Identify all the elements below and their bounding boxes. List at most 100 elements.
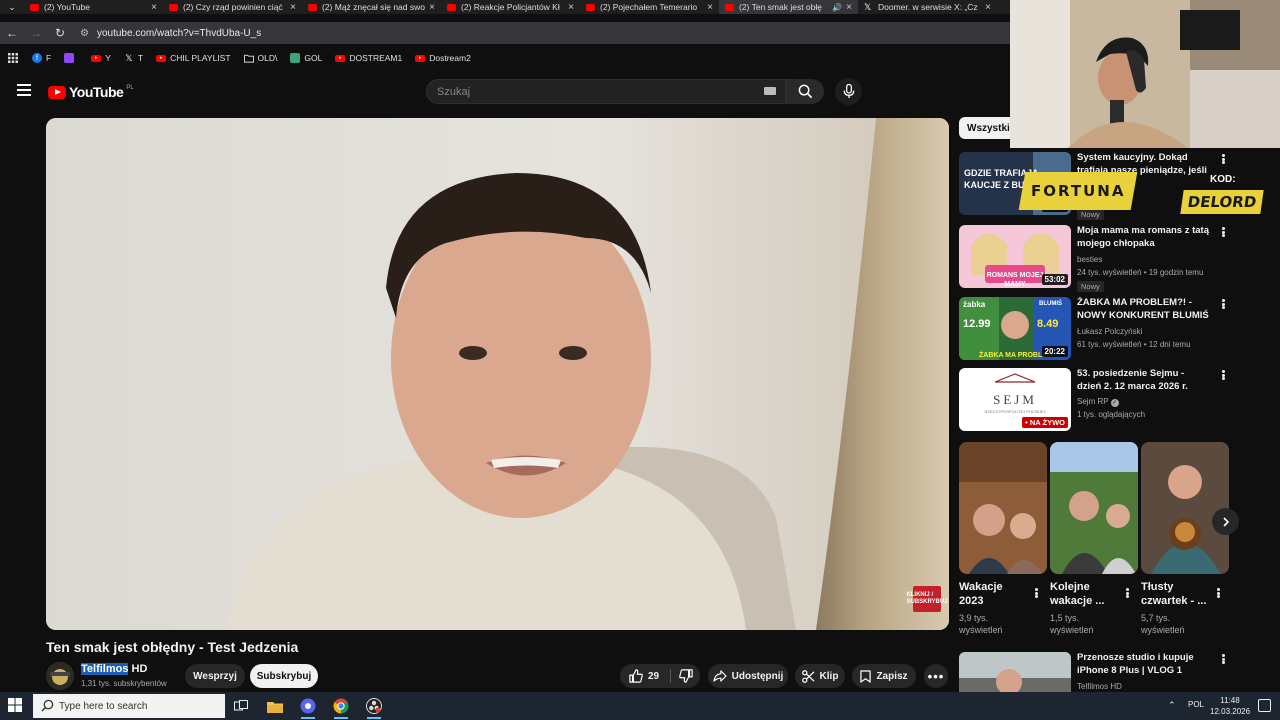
channel-name[interactable]: Telfilmos HD [81,663,147,675]
short-title[interactable]: Wakacje 2023 [959,580,1025,608]
windows-start-icon[interactable] [8,698,24,714]
short-item[interactable]: Kolejne wakacje ... 1,5 tys. wyświetleń [1050,442,1138,635]
recommendation-thumbnail[interactable]: ROMANS MOJEJ MAMY 53:02 [959,225,1071,288]
bookmark-item[interactable]: GOL [290,53,322,63]
channel-avatar[interactable] [46,662,74,690]
taskbar-clock[interactable]: 11:48 12.03.2026 [1210,695,1250,717]
recommendation-thumbnail[interactable]: żabka 12.99 8.49 BLUMIŚ ŻABKA MA PROBLEM 20:… [959,297,1071,360]
share-button[interactable]: Udostępnij [708,664,788,688]
shorts-next-button[interactable] [1212,508,1239,535]
bookmark-item[interactable]: ▸ DOSTREAM1 [335,53,402,63]
taskbar-search-input[interactable]: Type here to search [33,694,225,718]
close-tab-icon[interactable]: × [707,2,713,13]
more-vertical-icon[interactable] [1122,586,1132,600]
more-vertical-icon[interactable] [1031,586,1041,600]
voice-search-button[interactable] [835,78,862,105]
video-player[interactable]: KLIKNIJ / SUBSKRYBUJ [46,118,949,630]
bookmark-item[interactable] [64,53,78,63]
browser-tab[interactable]: (2) Mąż znęcał się nad swoją × [302,0,441,14]
reload-icon[interactable]: ↻ [48,26,72,40]
short-title[interactable]: Kolejne wakacje ... [1050,580,1116,608]
short-item[interactable]: Tłusty czwartek - ... 5,7 tys. wyświetle… [1141,442,1229,635]
clip-button[interactable]: Klip [795,664,845,688]
more-vertical-icon[interactable] [1217,297,1229,311]
browser-tab[interactable]: (2) Reakcje Policjantów Kł × [441,0,580,14]
recommendation-item[interactable]: SEJM RZECZYPOSPOLITEJ POLSKIEJ • NA ŻYWO … [959,368,1279,432]
close-tab-icon[interactable]: × [985,2,991,13]
dislike-button[interactable] [672,664,700,688]
subscribe-button[interactable]: Subskrybuj [250,664,318,688]
language-indicator[interactable]: POL [1188,700,1204,709]
forward-icon[interactable]: → [24,26,48,40]
recommendation-channel[interactable]: Sejm RP ✓ [1077,397,1119,407]
close-tab-icon[interactable]: × [151,2,157,13]
search-button[interactable] [786,79,824,104]
more-actions-button[interactable]: ••• [924,664,948,688]
more-vertical-icon[interactable] [1217,225,1229,239]
close-tab-icon[interactable]: × [846,2,852,13]
recommendation-item[interactable]: ROMANS MOJEJ MAMY 53:02 Moja mama ma roma… [959,225,1279,292]
browser-tab[interactable]: (2) Pojechałem Temerario × [580,0,719,14]
browser-tab[interactable]: (2) YouTube × [24,0,163,14]
file-explorer-icon[interactable] [264,696,286,716]
save-button[interactable]: Zapisz [852,664,916,688]
short-thumbnail[interactable] [1050,442,1138,574]
apps-grid-icon[interactable] [8,53,18,63]
short-thumbnail[interactable] [959,442,1047,574]
task-view-icon[interactable] [230,696,252,716]
keyboard-icon[interactable] [764,87,776,95]
x-icon: 𝕏 [864,1,872,12]
search-input[interactable]: Szukaj [426,79,786,104]
menu-icon[interactable] [17,84,31,96]
more-vertical-icon[interactable] [1213,586,1223,600]
recommendation-item[interactable]: żabka 12.99 8.49 BLUMIŚ ŻABKA MA PROBLEM 20:… [959,297,1279,361]
recommendation-channel[interactable]: besties [1077,255,1102,264]
bookmark-item[interactable]: OLD\ [243,53,278,63]
chrome-icon[interactable] [330,696,352,719]
recommendation-thumbnail[interactable] [959,652,1071,692]
streaming-app-icon[interactable] [297,696,319,719]
short-item[interactable]: Wakacje 2023 3,9 tys. wyświetleń [959,442,1047,635]
bookmark-item[interactable]: ▸ Dostream2 [415,53,471,63]
recommendation-title[interactable]: Przenosze studio i kupuje iPhone 8 Plus … [1077,652,1211,677]
address-bar[interactable]: ⚙ youtube.com/watch?v=ThvdUba-U_s [80,24,261,42]
bookmark-item[interactable]: 𝕏T [124,53,143,64]
youtube-icon: ▸ [335,54,346,62]
browser-tab[interactable]: (2) Czy rząd powinien ciąć × [163,0,302,14]
recommendation-channel[interactable]: Telfilmos HD [1077,682,1122,691]
recommendation-title[interactable]: 53. posiedzenie Sejmu - dzień 2. 12 marc… [1077,368,1211,393]
bookmark-item[interactable]: ▸ Y [91,53,111,63]
recommendation-thumbnail[interactable]: SEJM RZECZYPOSPOLITEJ POLSKIEJ • NA ŻYWO [959,368,1071,431]
bookmark-item[interactable]: fF [32,53,51,63]
close-tab-icon[interactable]: × [429,2,435,13]
tray-overflow-icon[interactable]: ⌃ [1168,700,1176,711]
youtube-icon: ▸ [415,54,426,62]
recommendation-item[interactable]: Przenosze studio i kupuje iPhone 8 Plus … [959,652,1279,692]
facebook-icon: f [32,53,42,63]
youtube-logo[interactable]: YouTube PL [48,84,134,100]
close-tab-icon[interactable]: × [568,2,574,13]
bookmark-label: F [46,53,52,63]
support-button[interactable]: Wesprzyj [185,664,245,688]
svg-text:żabka: żabka [963,300,986,309]
audio-icon[interactable]: 🔊 [832,3,842,12]
browser-tab[interactable]: (2) Ten smak jest obłę 🔊 × [719,0,858,14]
recommendation-title[interactable]: Moja mama ma romans z tatą mojego chłopa… [1077,225,1211,250]
obs-icon[interactable] [363,696,385,719]
bookmark-item[interactable]: ▸ CHIL PLAYLIST [156,53,231,63]
more-vertical-icon[interactable] [1217,368,1229,382]
back-icon[interactable]: ← [0,26,24,40]
notification-icon[interactable] [1258,699,1271,712]
like-button[interactable]: 29 [620,664,668,688]
close-tab-icon[interactable]: × [290,2,296,13]
more-vertical-icon[interactable] [1217,652,1229,666]
site-info-icon[interactable]: ⚙ [80,28,89,39]
short-thumbnail[interactable] [1141,442,1229,574]
short-title[interactable]: Tłusty czwartek - ... [1141,580,1207,608]
recommendation-title[interactable]: ŻABKA MA PROBLEM?! - NOWY KONKURENT BLUM… [1077,297,1211,322]
subscribe-watermark[interactable]: KLIKNIJ / SUBSKRYBUJ [906,586,948,612]
recommendation-channel[interactable]: Łukasz Polczyński [1077,327,1142,336]
tab-search-button[interactable]: ⌄ [0,0,24,14]
bookmark-label: OLD\ [257,53,278,63]
browser-tab[interactable]: 𝕏 Doomer. w serwisie X: „Cz × [858,0,997,14]
